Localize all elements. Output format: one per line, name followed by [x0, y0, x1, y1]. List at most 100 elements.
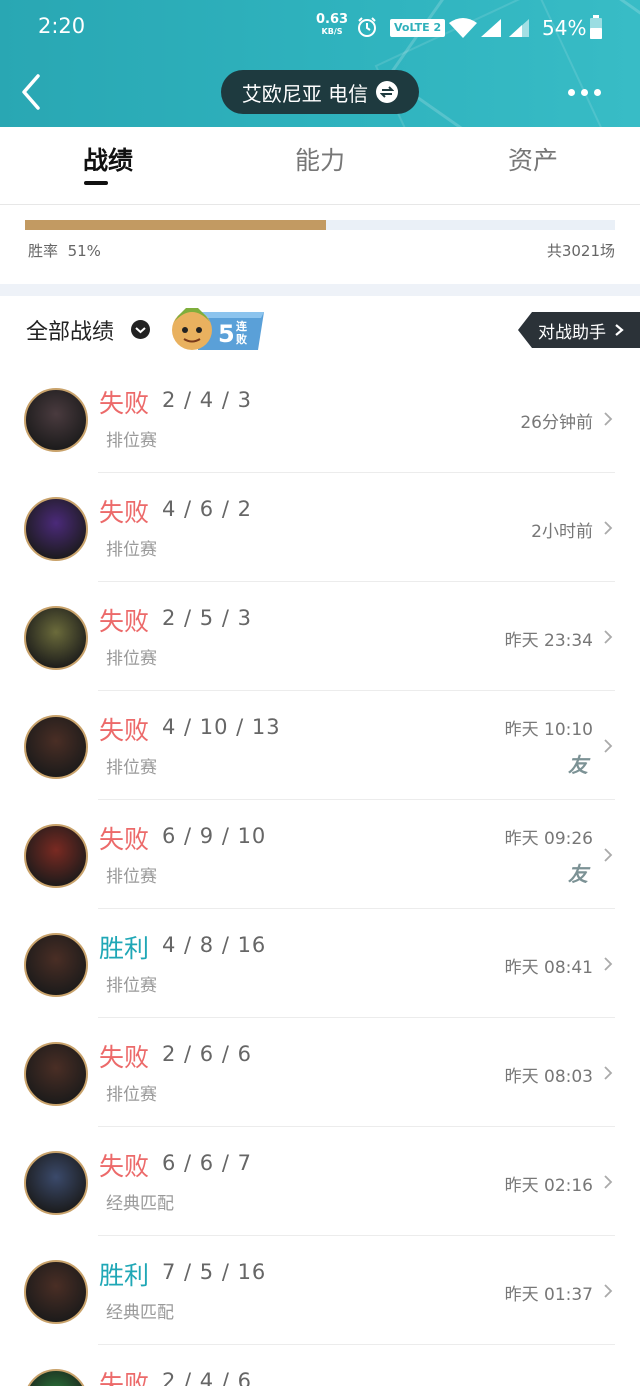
filter-dropdown[interactable]: 全部战绩	[26, 314, 114, 346]
champion-avatar	[24, 497, 88, 561]
match-list: 失败 2 / 4 / 3 排位赛 26分钟前 失败 4 / 6 / 2 排位赛 2小时前 失败 2…	[0, 364, 640, 1386]
champion-avatar	[24, 933, 88, 997]
winrate-section: 胜率 51% 共3021场	[0, 206, 640, 284]
match-kda: 2 / 5 / 3	[162, 606, 252, 630]
signal-icon	[481, 19, 501, 37]
friend-badge: 友	[568, 753, 588, 777]
match-time: 2小时前	[531, 522, 593, 542]
match-mode: 排位赛	[106, 867, 157, 887]
section-divider	[0, 284, 640, 296]
network-speed: 0.63 KB/S	[316, 12, 349, 38]
battle-assistant-label: 对战助手	[538, 322, 606, 343]
network-speed-value: 0.63	[316, 12, 349, 27]
match-row[interactable]: 失败 4 / 6 / 2 排位赛 2小时前	[0, 473, 640, 582]
match-kda: 4 / 6 / 2	[162, 497, 252, 521]
chevron-right-icon	[604, 412, 613, 426]
winrate-label-text: 胜率	[28, 242, 59, 260]
match-row[interactable]: 失败 4 / 10 / 13 排位赛 昨天 10:10 友	[0, 691, 640, 800]
streak-text-1: 连	[236, 319, 248, 333]
volte-badge: VoLTE 2	[390, 19, 446, 37]
winrate-bar-fill	[25, 220, 326, 230]
match-row[interactable]: 失败 2 / 4 / 3 排位赛 26分钟前	[0, 364, 640, 473]
match-row[interactable]: 失败 2 / 5 / 3 排位赛 昨天 23:34	[0, 582, 640, 691]
match-time: 26分钟前	[520, 413, 593, 433]
app-header: 2:20 0.63 KB/S VoLTE 2 54% 艾欧尼亚 电信	[0, 0, 640, 127]
swap-icon	[376, 81, 399, 103]
match-row[interactable]: 失败 6 / 6 / 7 经典匹配 昨天 02:16	[0, 1127, 640, 1236]
match-kda: 4 / 10 / 13	[162, 715, 281, 739]
tab-record[interactable]: 战绩	[48, 141, 168, 177]
match-result: 失败	[99, 825, 150, 854]
chevron-right-icon	[604, 1284, 613, 1298]
chevron-right-icon	[604, 521, 613, 535]
chevron-right-icon	[604, 1066, 613, 1080]
chevron-right-icon	[604, 630, 613, 644]
network-speed-unit: KB/S	[321, 27, 343, 36]
match-result: 失败	[99, 1152, 150, 1181]
match-result: 失败	[99, 389, 150, 418]
match-mode: 经典匹配	[106, 1194, 174, 1214]
champion-avatar	[24, 715, 88, 779]
match-result: 失败	[99, 607, 150, 636]
signal-icon	[509, 19, 529, 37]
match-kda: 6 / 6 / 7	[162, 1151, 252, 1175]
active-tab-indicator	[84, 181, 108, 185]
match-mode: 经典匹配	[106, 1303, 174, 1323]
chevron-right-icon	[604, 957, 613, 971]
filter-row: 全部战绩 5 连 败 对战助手	[0, 296, 640, 364]
match-mode: 排位赛	[106, 540, 157, 560]
match-mode: 排位赛	[106, 758, 157, 778]
winrate-label: 胜率 51%	[28, 240, 101, 261]
tab-bar: 战绩 能力 资产	[0, 127, 640, 205]
champion-avatar	[24, 1042, 88, 1106]
match-kda: 7 / 5 / 16	[162, 1260, 267, 1284]
match-row[interactable]: 胜利 7 / 5 / 16 经典匹配 昨天 01:37	[0, 1236, 640, 1345]
status-bar: 2:20 0.63 KB/S VoLTE 2 54%	[0, 0, 640, 56]
match-kda: 6 / 9 / 10	[162, 824, 267, 848]
streak-text-2: 败	[236, 332, 247, 346]
back-arrow-icon[interactable]	[16, 70, 46, 114]
chevron-right-icon	[604, 1175, 613, 1189]
losing-streak-badge: 5 连 败	[172, 308, 264, 350]
more-options-icon[interactable]	[568, 84, 608, 100]
server-switch-button[interactable]: 艾欧尼亚 电信	[221, 70, 419, 114]
battery-icon	[590, 15, 602, 39]
match-time: 昨天 02:16	[504, 1176, 593, 1196]
friend-badge: 友	[568, 862, 588, 886]
chevron-right-icon	[604, 739, 613, 753]
match-result: 胜利	[99, 1261, 150, 1290]
match-result: 失败	[99, 716, 150, 745]
champion-avatar	[24, 1369, 88, 1386]
champion-avatar	[24, 388, 88, 452]
match-row[interactable]: 失败 6 / 9 / 10 排位赛 昨天 09:26 友	[0, 800, 640, 909]
match-mode: 排位赛	[106, 649, 157, 669]
match-kda: 2 / 4 / 3	[162, 388, 252, 412]
chevron-right-icon	[604, 848, 613, 862]
match-time: 昨天 10:10	[504, 720, 593, 740]
chevron-down-icon[interactable]	[131, 320, 150, 339]
status-time: 2:20	[38, 14, 86, 38]
match-kda: 2 / 6 / 6	[162, 1042, 252, 1066]
battle-assistant-button[interactable]: 对战助手	[518, 312, 640, 348]
match-row[interactable]: 胜利 4 / 8 / 16 排位赛 昨天 08:41	[0, 909, 640, 1018]
winrate-bar	[25, 220, 615, 230]
alarm-icon	[358, 17, 376, 37]
match-mode: 排位赛	[106, 431, 157, 451]
total-matches: 共3021场	[546, 242, 615, 260]
match-row[interactable]: 失败 2 / 6 / 6 排位赛 昨天 08:03	[0, 1018, 640, 1127]
match-kda: 2 / 4 / 6	[162, 1369, 252, 1386]
match-result: 失败	[99, 1370, 150, 1386]
battery-percent: 54%	[542, 16, 587, 40]
match-time: 昨天 08:03	[504, 1067, 593, 1087]
champion-avatar	[24, 1151, 88, 1215]
match-mode: 排位赛	[106, 976, 157, 996]
tab-assets[interactable]: 资产	[473, 141, 593, 177]
match-result: 胜利	[99, 934, 150, 963]
match-time: 昨天 09:26	[504, 829, 593, 849]
wifi-icon	[449, 18, 477, 38]
match-row[interactable]: 失败 2 / 4 / 6	[0, 1345, 640, 1386]
match-time: 昨天 23:34	[504, 631, 593, 651]
streak-count: 5	[218, 320, 235, 348]
match-result: 失败	[99, 1043, 150, 1072]
tab-ability[interactable]: 能力	[260, 141, 380, 177]
